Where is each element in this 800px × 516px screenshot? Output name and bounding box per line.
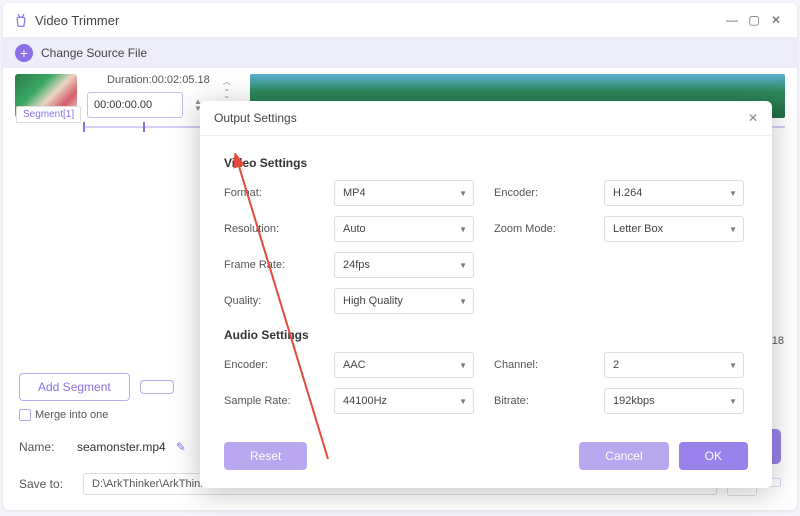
secondary-button[interactable]	[140, 380, 174, 394]
framerate-label: Frame Rate:	[224, 259, 314, 271]
add-segment-button[interactable]: Add Segment	[19, 373, 130, 401]
quality-label: Quality:	[224, 295, 314, 307]
edit-name-icon[interactable]: ✎	[176, 440, 186, 454]
resolution-value: Auto	[343, 223, 366, 235]
titlebar: Video Trimmer — ▢ ✕	[3, 3, 797, 38]
samplerate-select[interactable]: 44100Hz	[334, 388, 474, 414]
bitrate-value: 192kbps	[613, 395, 655, 407]
channel-label: Channel:	[494, 359, 584, 371]
app-logo-icon	[13, 12, 29, 28]
channel-value: 2	[613, 359, 619, 371]
cancel-button[interactable]: Cancel	[579, 442, 668, 470]
audio-encoder-value: AAC	[343, 359, 366, 371]
start-time-value: 00:00:00.00	[94, 99, 152, 111]
format-label: Format:	[224, 187, 314, 199]
encoder-label: Encoder:	[494, 187, 584, 199]
range-down-icon[interactable]: ⌄	[220, 92, 234, 99]
samplerate-label: Sample Rate:	[224, 395, 314, 407]
checkbox-icon	[19, 409, 31, 421]
maximize-button[interactable]: ▢	[743, 9, 765, 31]
close-button[interactable]: ✕	[765, 9, 787, 31]
audio-encoder-label: Encoder:	[224, 359, 314, 371]
encoder-value: H.264	[613, 187, 642, 199]
samplerate-value: 44100Hz	[343, 395, 387, 407]
minimize-button[interactable]: —	[721, 9, 743, 31]
channel-select[interactable]: 2	[604, 352, 744, 378]
app-title: Video Trimmer	[35, 13, 721, 28]
format-value: MP4	[343, 187, 366, 199]
file-name: seamonster.mp4	[77, 440, 166, 454]
dialog-close-icon[interactable]: ✕	[748, 111, 758, 125]
duration-label: Duration:00:02:05.18	[107, 74, 210, 86]
quality-select[interactable]: High Quality	[334, 288, 474, 314]
framerate-value: 24fps	[343, 259, 370, 271]
name-label: Name:	[19, 440, 67, 454]
bitrate-select[interactable]: 192kbps	[604, 388, 744, 414]
audio-settings-heading: Audio Settings	[224, 328, 748, 342]
encoder-select[interactable]: H.264	[604, 180, 744, 206]
save-to-label: Save to:	[19, 477, 73, 491]
zoom-value: Letter Box	[613, 223, 663, 235]
framerate-select[interactable]: 24fps	[334, 252, 474, 278]
ok-button[interactable]: OK	[679, 442, 748, 470]
audio-encoder-select[interactable]: AAC	[334, 352, 474, 378]
resolution-select[interactable]: Auto	[334, 216, 474, 242]
zoom-select[interactable]: Letter Box	[604, 216, 744, 242]
source-bar: + Change Source File	[3, 38, 797, 68]
start-time-input[interactable]: 00:00:00.00	[87, 92, 183, 118]
merge-checkbox[interactable]: Merge into one	[19, 409, 108, 421]
quality-value: High Quality	[343, 295, 403, 307]
dialog-title: Output Settings	[214, 111, 748, 125]
merge-label: Merge into one	[35, 409, 108, 421]
plus-icon[interactable]: +	[15, 44, 33, 62]
output-settings-dialog: Output Settings ✕ Video Settings Format:…	[200, 101, 772, 488]
reset-button[interactable]: Reset	[224, 442, 307, 470]
video-settings-heading: Video Settings	[224, 156, 748, 170]
zoom-label: Zoom Mode:	[494, 223, 584, 235]
format-select[interactable]: MP4	[334, 180, 474, 206]
resolution-label: Resolution:	[224, 223, 314, 235]
change-source-label[interactable]: Change Source File	[41, 46, 147, 60]
bitrate-label: Bitrate:	[494, 395, 584, 407]
segment-tab[interactable]: Segment[1]	[16, 106, 81, 123]
